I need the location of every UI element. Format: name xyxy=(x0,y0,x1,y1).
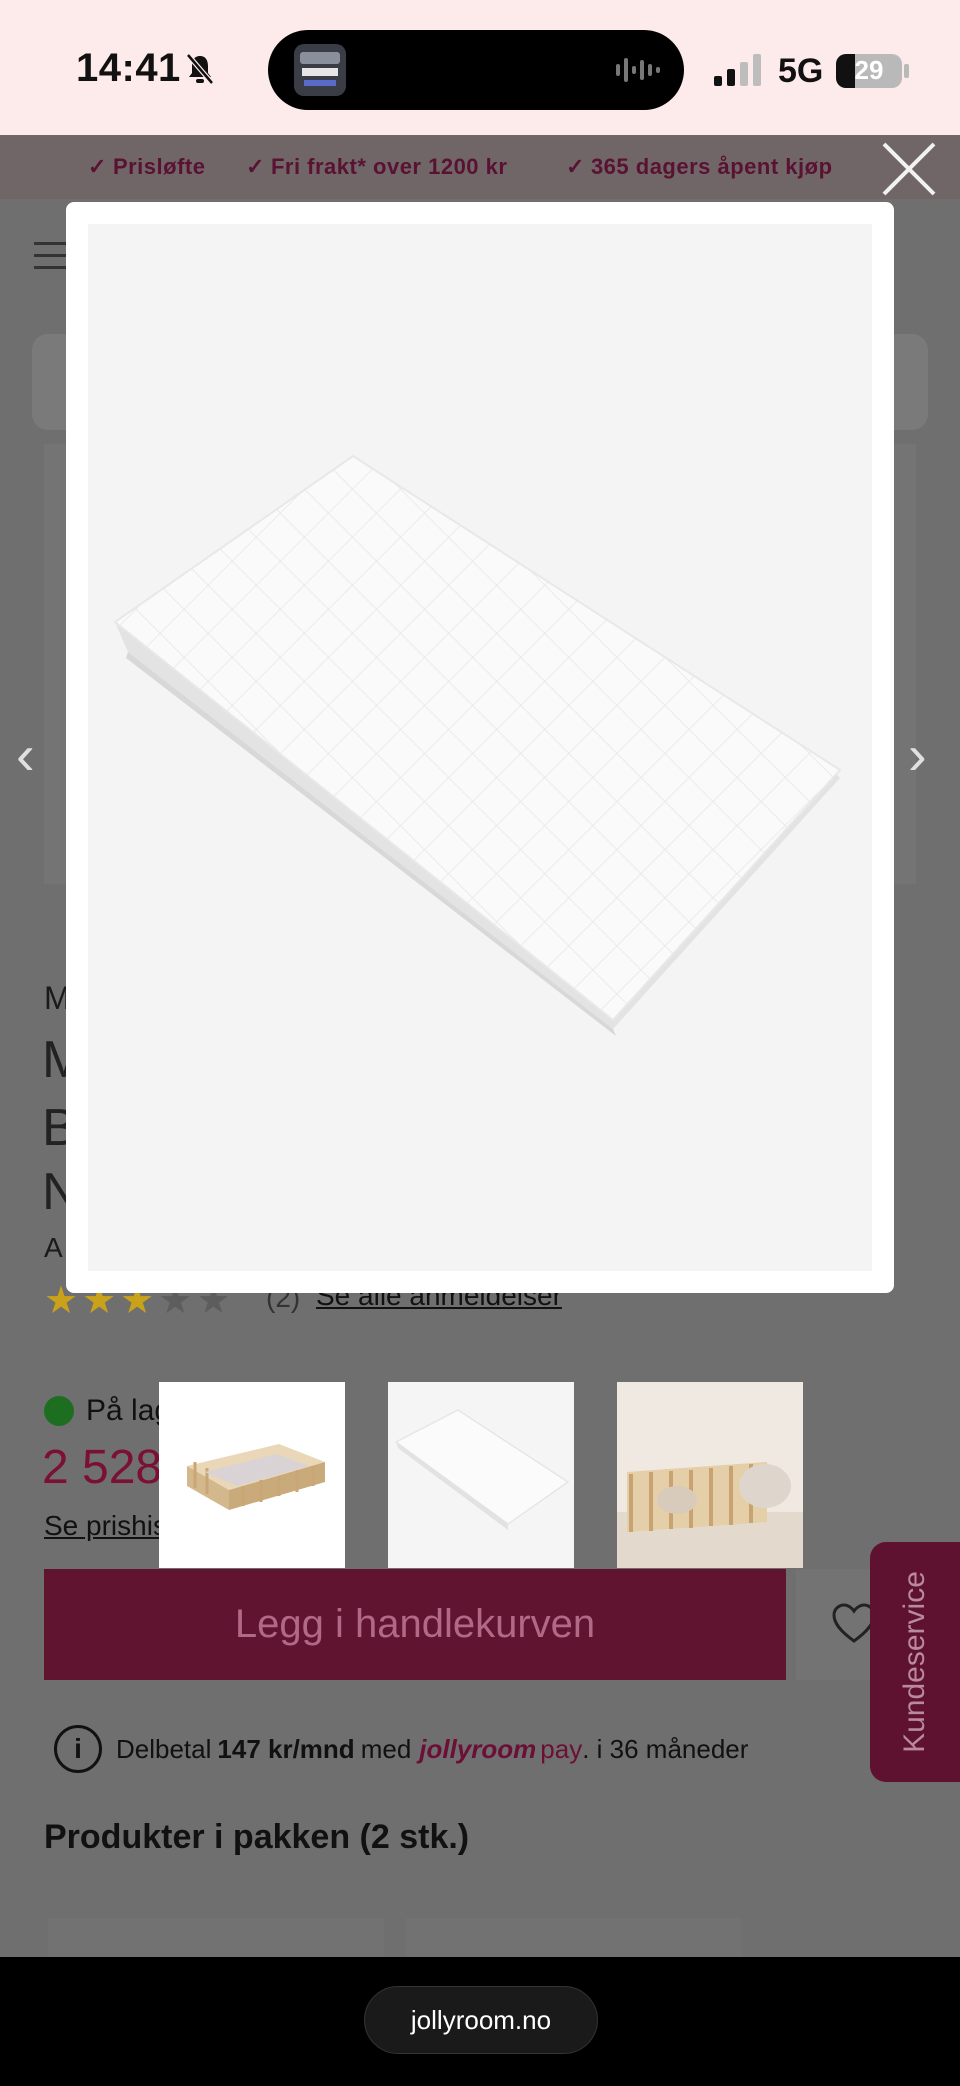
check-icon: ✓ xyxy=(246,154,265,179)
room-thumb-image xyxy=(617,1382,803,1568)
installment-amount: 147 kr/mnd xyxy=(217,1733,355,1764)
signal-icon xyxy=(714,54,761,86)
waveform-icon xyxy=(616,58,660,82)
thumbnail-bed-in-room[interactable] xyxy=(617,1382,803,1568)
thumbnail-floor-bed[interactable] xyxy=(159,1382,345,1568)
info-icon[interactable]: i xyxy=(54,1725,102,1773)
network-type: 5G xyxy=(778,52,824,90)
address-bar-url: jollyroom.no xyxy=(410,2004,552,2035)
hamburger-menu-icon[interactable] xyxy=(34,242,66,272)
add-to-cart-label: Legg i handlekurven xyxy=(234,1602,596,1646)
lightbox-image[interactable] xyxy=(88,224,872,1271)
mattress-illustration xyxy=(113,454,842,1036)
image-lightbox xyxy=(66,202,894,1293)
chevron-right-icon[interactable]: › xyxy=(908,722,927,787)
bundle-product-card[interactable] xyxy=(406,1918,742,1958)
chevron-left-icon[interactable]: ‹ xyxy=(16,722,35,787)
bell-slash-icon xyxy=(186,53,214,85)
product-price: 2 528 xyxy=(42,1441,163,1494)
promo-item: ✓ Prisløfte xyxy=(88,154,206,179)
battery-level: 29 xyxy=(854,55,884,85)
check-icon: ✓ xyxy=(566,154,585,179)
status-bar: 14:41 5G 29 xyxy=(0,0,960,135)
bundle-section-title: Produkter i pakken (2 stk.) xyxy=(44,1818,470,1856)
mattress-thumb-image xyxy=(394,1409,570,1530)
now-playing-artwork xyxy=(294,44,346,96)
promo-item: ✓ Fri frakt* over 1200 kr xyxy=(246,154,508,179)
check-icon: ✓ xyxy=(88,154,107,179)
thumbnail-mattress[interactable] xyxy=(388,1382,574,1568)
status-time: 14:41 xyxy=(76,46,181,90)
floor-bed-thumb-image xyxy=(187,1444,325,1510)
dynamic-island[interactable] xyxy=(268,30,684,110)
promo-item: ✓ 365 dagers åpent kjøp xyxy=(566,154,833,179)
article-number: A xyxy=(44,1232,63,1263)
customer-service-tab[interactable]: Kundeservice xyxy=(870,1542,960,1782)
address-bar[interactable]: jollyroom.no xyxy=(364,1986,598,2054)
add-to-cart-button[interactable]: Legg i handlekurven xyxy=(44,1569,786,1680)
bundle-product-card[interactable] xyxy=(48,1918,384,1958)
customer-service-label: Kundeservice xyxy=(898,1571,931,1753)
close-icon[interactable] xyxy=(878,138,940,200)
jollyroom-pay-logo: jollyroom xyxy=(419,1733,537,1764)
price-history-link[interactable]: Se prishis xyxy=(44,1510,167,1542)
installment-info: i Delbetal 147 kr/mnd med jollyroom pay. … xyxy=(54,1724,748,1774)
stock-status-icon xyxy=(44,1396,74,1426)
battery-icon: 29 xyxy=(836,54,902,88)
